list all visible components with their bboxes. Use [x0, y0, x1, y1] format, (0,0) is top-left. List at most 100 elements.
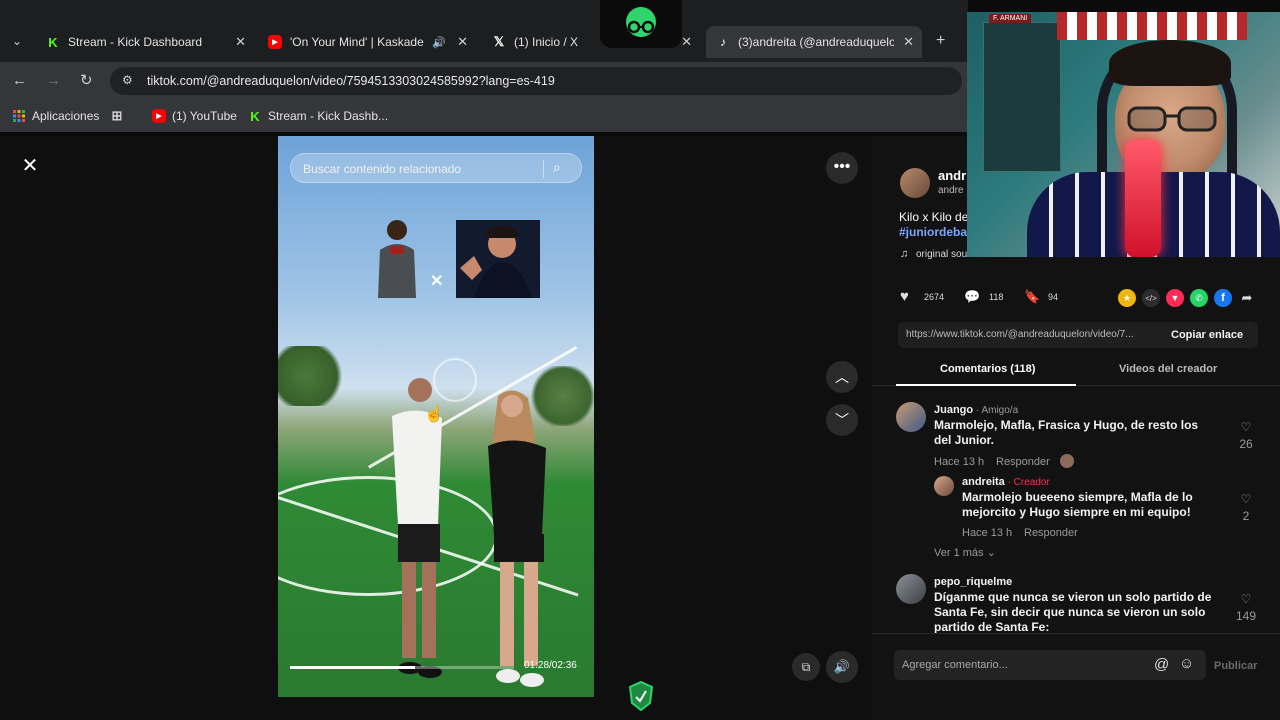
bookmark-kick[interactable]: K Stream - Kick Dashb...: [248, 109, 389, 124]
next-video-icon[interactable]: ﹀: [826, 404, 858, 436]
previous-video-icon[interactable]: ︿: [826, 361, 858, 393]
close-tab-icon[interactable]: ✕: [903, 34, 914, 50]
person-woman: [468, 386, 568, 696]
post-hashtag[interactable]: #juniordeba: [899, 225, 967, 239]
view-more-replies[interactable]: Ver 1 más ⌄: [934, 546, 996, 559]
publish-button[interactable]: Publicar: [1214, 660, 1257, 672]
tab-comments[interactable]: Comentarios (118): [940, 363, 1035, 375]
comment-avatar[interactable]: [896, 402, 926, 432]
youtube-icon: ▶: [152, 109, 166, 123]
more-options-icon[interactable]: •••: [826, 152, 858, 184]
reply-avatar[interactable]: [934, 476, 954, 496]
reply-button[interactable]: Responder: [1024, 527, 1078, 539]
search-icon[interactable]: ⌕: [553, 159, 561, 176]
tab-creator-videos[interactable]: Videos del creador: [1119, 363, 1217, 375]
player-image-left: [374, 218, 420, 298]
comment-icon[interactable]: 💬: [964, 289, 980, 305]
browser-tab-bar: ⌄ K Stream - Kick Dashboard ✕ ▶ 'On Your…: [0, 0, 968, 62]
tab-label: 'On Your Mind' | Kaskade | C: [290, 35, 425, 49]
comment-like-count: 26: [1239, 437, 1253, 451]
like-icon[interactable]: ♥: [900, 288, 909, 305]
tab-kick-dashboard[interactable]: K Stream - Kick Dashboard ✕: [46, 26, 246, 58]
tab-youtube[interactable]: ▶ 'On Your Mind' | Kaskade | C 🔊 ✕: [268, 26, 468, 58]
reload-icon[interactable]: ↻: [80, 71, 93, 89]
reply-button[interactable]: Responder: [996, 456, 1050, 468]
trees-left: [278, 346, 348, 406]
close-tab-icon[interactable]: ✕: [457, 34, 468, 50]
post-link: https://www.tiktok.com/@andreaduquelon/v…: [906, 329, 1134, 340]
tiktok-icon: ♪: [720, 35, 726, 49]
bookmark-label: Stream - Kick Dashb...: [268, 109, 389, 123]
streamer-hair: [1109, 40, 1231, 86]
save-count: 94: [1048, 292, 1059, 302]
close-tab-icon[interactable]: ✕: [235, 34, 246, 50]
grid-icon: ⊞: [111, 108, 123, 123]
tab-list-dropdown-icon[interactable]: ⌄: [12, 34, 22, 48]
apps-grid-icon: [12, 109, 26, 123]
reply-header: andreita · Creador: [962, 476, 1050, 488]
comment-username[interactable]: Juango: [934, 404, 973, 416]
comment-avatar[interactable]: [896, 574, 926, 604]
bookmark-icon[interactable]: 🔖: [1024, 289, 1040, 305]
versus-icon: ✕: [430, 273, 444, 290]
volume-icon[interactable]: 🔊: [826, 651, 858, 683]
person-man: [368, 376, 448, 696]
tab-label: (1) Inicio / X: [514, 35, 579, 49]
whatsapp-icon[interactable]: ✆: [1190, 289, 1208, 307]
picture-in-picture-icon[interactable]: ⧉: [792, 653, 820, 681]
comment-input-divider: [872, 633, 1280, 634]
streamer-shield-icon: [628, 680, 654, 716]
lineup-board: [983, 22, 1061, 172]
comment-username[interactable]: pepo_riquelme: [934, 576, 1012, 588]
site-settings-icon[interactable]: ⚙: [122, 73, 133, 87]
active-tab-indicator: [896, 384, 1076, 386]
author-username[interactable]: andr: [938, 168, 966, 183]
comment-text: Díganme que nunca se vieron un solo part…: [934, 590, 1212, 634]
scoreboard-label: F. ARMANI: [989, 14, 1032, 23]
tab-groups-icon[interactable]: ⊞: [110, 108, 130, 123]
close-icon[interactable]: ✕: [18, 154, 42, 178]
close-tab-icon[interactable]: ✕: [681, 34, 692, 50]
comment-input[interactable]: Agregar comentario...: [902, 659, 1008, 671]
video-player[interactable]: Buscar contenido relacionado ⌕ ✕ ☝ 01:28…: [278, 136, 594, 697]
reply-like-icon[interactable]: ♡: [1235, 492, 1257, 506]
coin-icon[interactable]: ★: [1118, 289, 1136, 307]
x-icon: 𝕏: [493, 34, 505, 49]
comment-input-box[interactable]: Agregar comentario... @ ☺: [894, 650, 1206, 680]
back-icon[interactable]: ←: [12, 72, 27, 89]
music-note-icon: ♫: [900, 248, 909, 260]
related-search-bar[interactable]: Buscar contenido relacionado ⌕: [290, 153, 582, 183]
facebook-icon[interactable]: f: [1214, 289, 1232, 307]
bookmarks-bar: Aplicaciones ⊞ ▶ (1) YouTube K Stream - …: [0, 100, 968, 132]
search-input[interactable]: Buscar contenido relacionado: [303, 162, 461, 176]
new-tab-icon[interactable]: +: [936, 32, 945, 50]
copy-link-button[interactable]: Copiar enlace: [1171, 329, 1243, 341]
comment-like-icon[interactable]: ♡: [1235, 420, 1257, 434]
webcam-overlay: F. ARMANI: [967, 12, 1280, 257]
author-avatar[interactable]: [900, 168, 930, 198]
speaker-icon[interactable]: 🔊: [432, 36, 446, 49]
bookmark-apps[interactable]: Aplicaciones: [12, 109, 99, 123]
share-arrow-icon[interactable]: ➦: [1238, 289, 1256, 307]
mention-icon[interactable]: @: [1154, 656, 1169, 673]
url-text: tiktok.com/@andreaduquelon/video/7594513…: [147, 74, 555, 88]
comment-badge: · Amigo/a: [975, 405, 1019, 416]
tab-tiktok[interactable]: ♪ (3)andreita (@andreaduquelon) ✕: [706, 26, 922, 58]
post-caption: Kilo x Kilo de: [899, 210, 969, 224]
send-icon[interactable]: ▼: [1166, 289, 1184, 307]
comment-text: Marmolejo, Mafla, Frasica y Hugo, de res…: [934, 418, 1199, 447]
reply-username[interactable]: andreita: [962, 476, 1005, 488]
url-field[interactable]: ⚙ tiktok.com/@andreaduquelon/video/75945…: [110, 67, 962, 95]
comment-like-icon[interactable]: ♡: [1235, 592, 1257, 606]
video-progress-track[interactable]: [290, 666, 514, 669]
emoji-icon[interactable]: ☺: [1179, 655, 1194, 672]
like-count: 2674: [924, 292, 945, 302]
bookmark-label: Aplicaciones: [32, 109, 100, 123]
forward-icon[interactable]: →: [46, 72, 61, 89]
view-more-label: Ver 1 más: [934, 547, 984, 559]
chevron-down-icon: ⌄: [986, 547, 996, 559]
bookmark-youtube[interactable]: ▶ (1) YouTube: [152, 109, 237, 123]
comment-count: 118: [989, 292, 1004, 302]
player-image-right: [456, 220, 540, 298]
embed-icon[interactable]: </>: [1142, 289, 1160, 307]
